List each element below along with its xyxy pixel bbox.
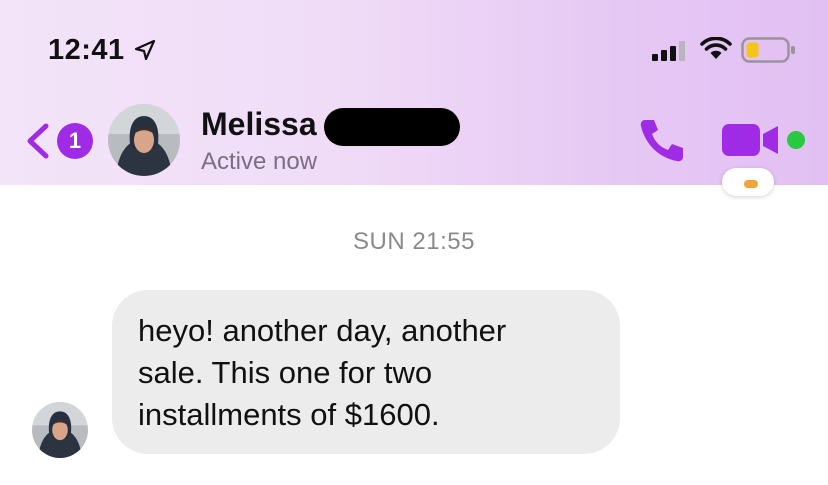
- location-arrow-icon: [134, 39, 156, 61]
- contact-avatar[interactable]: [108, 104, 180, 176]
- contact-status: Active now: [201, 148, 318, 175]
- avatar-photo: [32, 402, 88, 458]
- message-text-line: sale. This one for two: [138, 355, 433, 390]
- wifi-icon: [700, 37, 732, 59]
- phone-icon[interactable]: [637, 116, 687, 162]
- chevron-left-icon: [27, 123, 49, 159]
- video-camera-icon[interactable]: [720, 120, 782, 160]
- contact-name: Melissa: [201, 106, 317, 142]
- status-time: 12:41: [48, 34, 125, 66]
- unread-badge: 1: [57, 123, 93, 159]
- message-text-line: heyo! another day, another: [138, 313, 507, 348]
- sender-avatar[interactable]: [32, 402, 88, 458]
- redaction-mark: [324, 108, 460, 146]
- back-button[interactable]: 1: [24, 118, 96, 162]
- message-text-line: installments of $1600.: [138, 397, 440, 432]
- message-timestamp: SUN 21:55: [353, 228, 475, 255]
- reaction-emoji-icon: [744, 180, 758, 188]
- battery-icon: [741, 37, 795, 63]
- chat-header: 12:41 1 Melissa Active now: [0, 0, 828, 185]
- online-indicator: [787, 131, 805, 149]
- incoming-message-bubble[interactable]: heyo! another day, another sale. This on…: [112, 290, 620, 454]
- cellular-signal-icon: [652, 41, 685, 61]
- avatar-photo: [108, 104, 180, 176]
